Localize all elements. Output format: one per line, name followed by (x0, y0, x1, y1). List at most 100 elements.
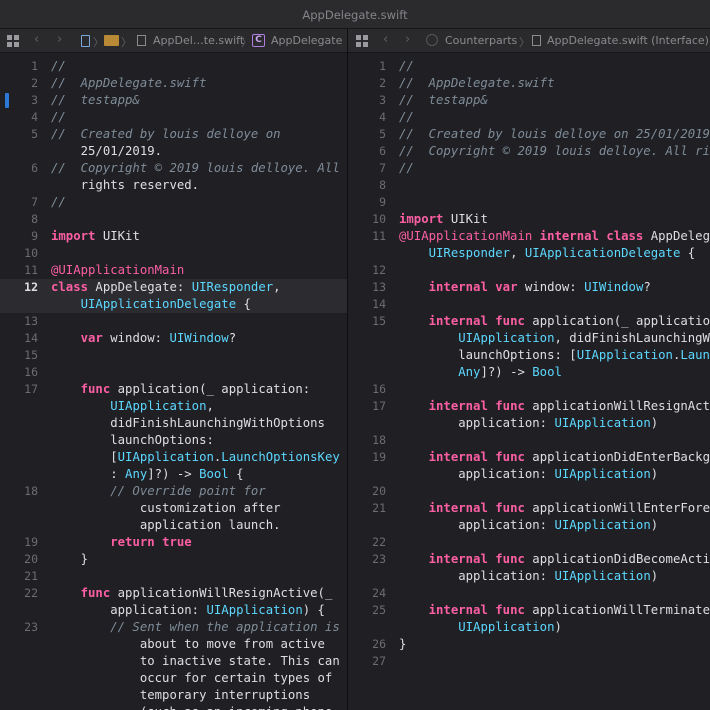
code-line[interactable]: occur for certain types of (0, 670, 347, 687)
jump-bar-file[interactable]: AppDel…te.swift (153, 34, 244, 47)
document-icon[interactable] (532, 35, 541, 46)
grid-icon[interactable] (356, 35, 368, 47)
code-line[interactable]: 15 (0, 347, 347, 364)
code-line[interactable]: didFinishLaunchingWithOptions (0, 415, 347, 432)
code-line[interactable]: 16 (0, 364, 347, 381)
code-line[interactable]: 18 (348, 432, 710, 449)
code-line[interactable]: 18 // Override point for (0, 483, 347, 500)
code-line[interactable]: 3// testapp& (0, 92, 347, 109)
code-line[interactable]: 22 func applicationWillResignActive(_ (0, 585, 347, 602)
code-line[interactable]: 26} (348, 636, 710, 653)
code-line[interactable]: launchOptions: [UIApplication.LaunchOpti… (348, 347, 710, 364)
jump-bar-counterparts[interactable]: Counterparts (445, 34, 517, 47)
code-line[interactable]: 11 @UIApplicationMain (0, 262, 347, 279)
code-text: // (51, 110, 66, 124)
code-line[interactable]: application: UIApplication) (348, 517, 710, 534)
code-line[interactable]: 10 (0, 245, 347, 262)
code-line[interactable]: rights reserved. (0, 177, 347, 194)
code-line[interactable]: 2 // AppDelegate.swift (0, 75, 347, 92)
grid-icon[interactable] (7, 35, 19, 47)
code-line[interactable]: 7 // (348, 160, 710, 177)
code-line[interactable]: UIApplication, (0, 398, 347, 415)
code-line[interactable]: 9 (348, 194, 710, 211)
code-line[interactable]: 24 (348, 585, 710, 602)
code-line[interactable]: about to move from active (0, 636, 347, 653)
code-line[interactable]: 12 class AppDelegate: UIResponder, (0, 279, 347, 296)
code-line[interactable]: 27 (348, 653, 710, 670)
back-icon[interactable]: ‹ (383, 32, 388, 47)
code-line[interactable]: 16 (348, 381, 710, 398)
forward-icon[interactable]: › (57, 32, 62, 47)
left-editor-pane[interactable]: ‹ › 〉 〉 AppDel…te.swift 〉 C AppDelegate … (0, 29, 347, 710)
code-line[interactable]: 13 internal var window: UIWindow? (348, 279, 710, 296)
code-line[interactable]: UIApplication, didFinishLaunchingWithOpt… (348, 330, 710, 347)
code-line[interactable]: 23 internal func applicationDidBecomeAct… (348, 551, 710, 568)
code-line[interactable]: 1 // (0, 58, 347, 75)
jump-bar-symbol[interactable]: AppDelegate (271, 34, 342, 47)
code-line[interactable]: to inactive state. This can (0, 653, 347, 670)
code-line[interactable]: application: UIApplication) (348, 568, 710, 585)
forward-icon[interactable]: › (405, 32, 410, 47)
code-line[interactable]: launchOptions: (0, 432, 347, 449)
code-line[interactable]: 20 (348, 483, 710, 500)
code-line[interactable]: 6 // Copyright © 2019 louis delloye. All … (348, 143, 710, 160)
code-line[interactable]: : Any]?) -> Bool { (0, 466, 347, 483)
code-line[interactable]: Any]?) -> Bool (348, 364, 710, 381)
code-line[interactable]: 8 (348, 177, 710, 194)
code-line[interactable]: 12 (348, 262, 710, 279)
back-icon[interactable]: ‹ (34, 32, 39, 47)
code-line[interactable]: 11 @UIApplicationMain internal class AppD… (348, 228, 710, 245)
code-line[interactable]: 22 (348, 534, 710, 551)
code-line[interactable]: 19 internal func applicationDidEnterBack… (348, 449, 710, 466)
swift-file-icon[interactable] (137, 35, 146, 46)
code-line[interactable]: customization after (0, 500, 347, 517)
code-line[interactable]: application: UIApplication) (348, 466, 710, 483)
code-line[interactable]: 5 // Created by louis delloye on 25/01/20… (348, 126, 710, 143)
class-icon[interactable]: C (252, 34, 265, 47)
jump-bar-file[interactable]: AppDelegate.swift (Interface) (547, 34, 709, 47)
code-line[interactable]: 5 // Created by louis delloye on (0, 126, 347, 143)
code-line[interactable]: 23 // Sent when the application is (0, 619, 347, 636)
code-line[interactable]: application launch. (0, 517, 347, 534)
code-line[interactable]: 21 (0, 568, 347, 585)
code-line[interactable]: 14 var window: UIWindow? (0, 330, 347, 347)
code-line[interactable]: 25 internal func applicationWillTerminat… (348, 602, 710, 619)
code-line[interactable]: 19 return true (0, 534, 347, 551)
code-line[interactable]: UIApplicationDelegate { (0, 296, 347, 313)
code-line[interactable]: 25/01/2019. (0, 143, 347, 160)
code-line[interactable]: temporary interruptions (0, 687, 347, 704)
code-line[interactable]: 8 (0, 211, 347, 228)
code-line[interactable]: 17 internal func applicationWillResignAc… (348, 398, 710, 415)
code-line[interactable]: 3// testapp& (348, 92, 710, 109)
code-line[interactable]: application: UIApplication) (348, 415, 710, 432)
code-line[interactable]: 4 // (0, 109, 347, 126)
code-line[interactable]: application: UIApplication) { (0, 602, 347, 619)
code-line[interactable]: 20 } (0, 551, 347, 568)
code-text: func applicationWillResignActive(_ (80, 586, 333, 600)
code-line[interactable]: 15 internal func application(_ applicati… (348, 313, 710, 330)
code-line[interactable]: 17 func application(_ application: (0, 381, 347, 398)
code-line[interactable]: 1 // (348, 58, 710, 75)
right-code-area[interactable]: 1 // 2 // AppDelegate.swift 3 // testapp& 4 // 5… (348, 53, 710, 710)
code-line[interactable]: 4 // (348, 109, 710, 126)
code-line[interactable]: 2 // AppDelegate.swift (348, 75, 710, 92)
folder-icon[interactable] (104, 35, 119, 46)
right-editor-pane[interactable]: ‹ › Counterparts 〉 AppDelegate.swift (In… (348, 29, 710, 710)
code-line[interactable]: 10 import UIKit (348, 211, 710, 228)
code-line[interactable]: 9 import UIKit (0, 228, 347, 245)
code-line[interactable]: 21 internal func applicationWillEnterFor… (348, 500, 710, 517)
code-line[interactable]: UIApplication) (348, 619, 710, 636)
code-line[interactable]: 7 // (0, 194, 347, 211)
counterparts-icon[interactable] (426, 34, 438, 46)
code-line[interactable]: (such as an incoming phone (0, 704, 347, 710)
code-line[interactable]: [UIApplication.LaunchOptionsKey (0, 449, 347, 466)
code-line[interactable]: UIResponder, UIApplicationDelegate { (348, 245, 710, 262)
left-code-area[interactable]: 1 // 2 // AppDelegate.swift 3// testapp& 4 // 5… (0, 53, 347, 710)
code-line[interactable]: 6 // Copyright © 2019 louis delloye. All (0, 160, 347, 177)
path-separator: 〉 (93, 36, 104, 49)
code-line[interactable]: 13 (0, 313, 347, 330)
change-indicator[interactable] (5, 93, 9, 108)
path-separator: 〉 (121, 36, 132, 49)
code-line[interactable]: 14 (348, 296, 710, 313)
swift-file-icon[interactable] (81, 35, 90, 47)
